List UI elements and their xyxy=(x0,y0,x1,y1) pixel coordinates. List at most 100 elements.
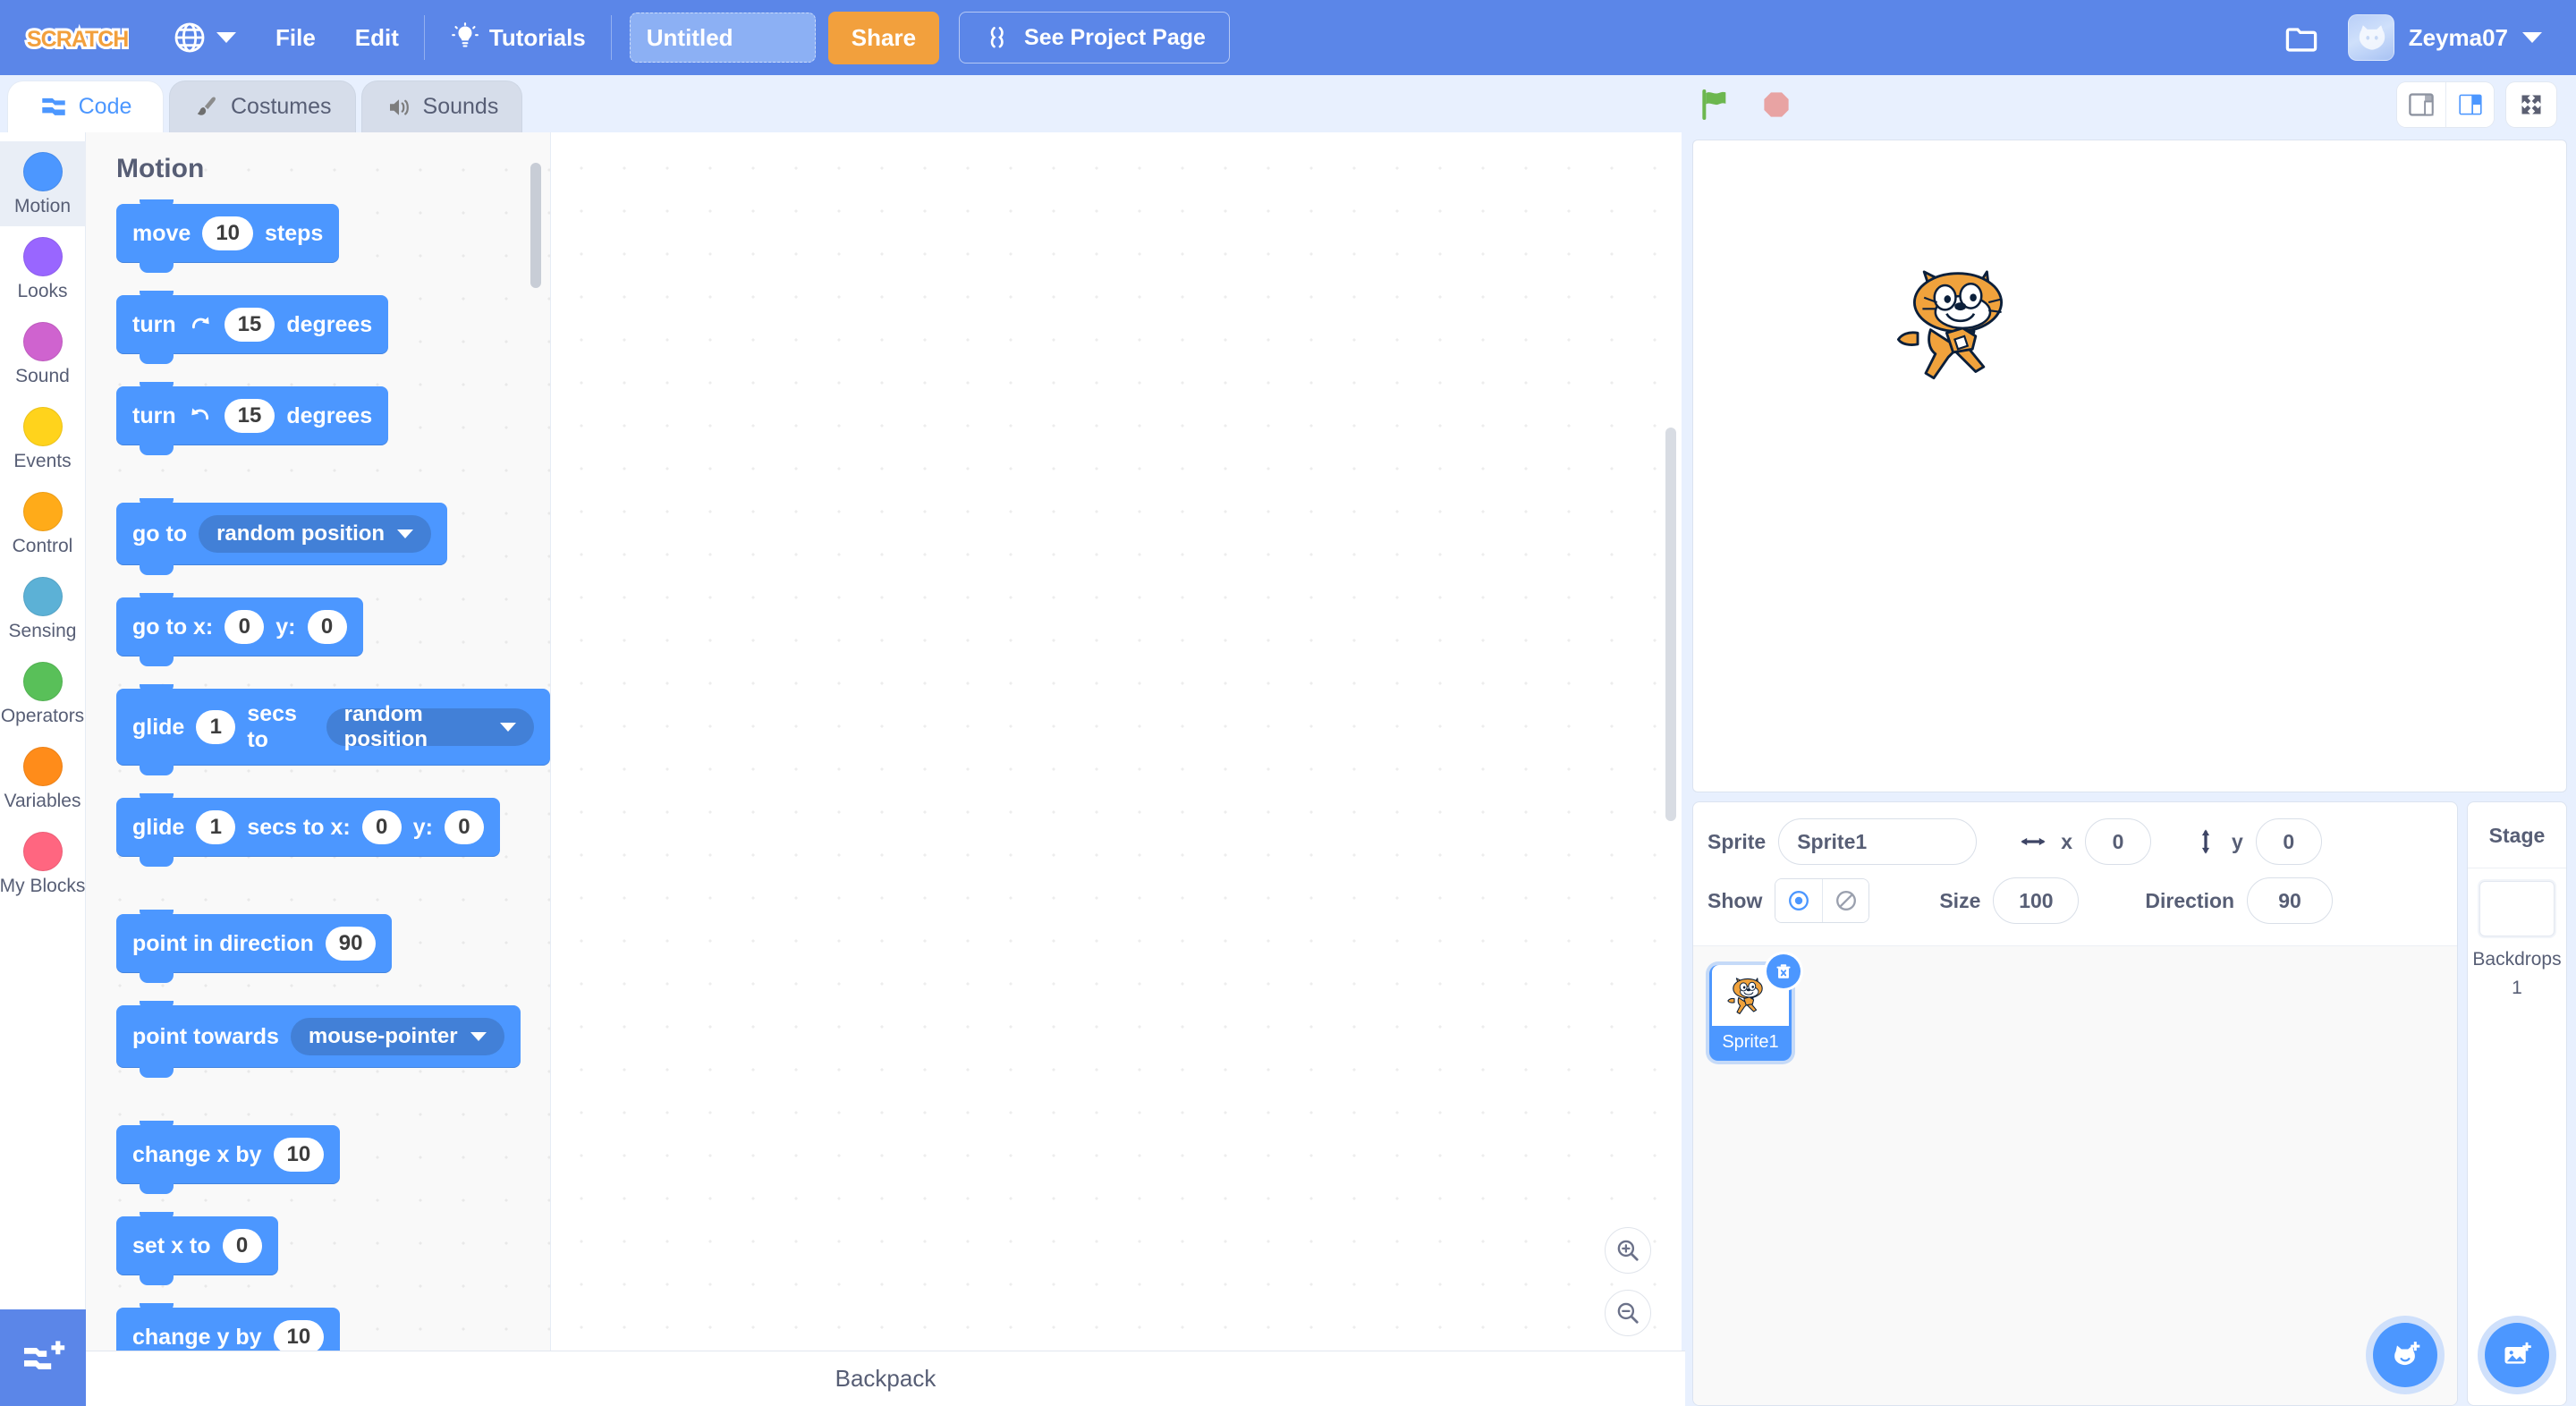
block-palette[interactable]: Motion move 10 steps turn 15 degrees tur… xyxy=(86,132,551,1406)
menu-tutorials[interactable]: Tutorials xyxy=(430,0,606,75)
large-stage-button[interactable] xyxy=(2445,82,2494,127)
choose-a-backdrop-button[interactable] xyxy=(2485,1323,2549,1387)
block-go-to-xy[interactable]: go to x: 0 y: 0 xyxy=(116,593,363,666)
block-text: turn xyxy=(132,311,176,337)
category-color-dot xyxy=(22,237,63,276)
block-glide-to[interactable]: glide 1 secs to random position xyxy=(116,684,550,775)
sprite-info-row-2: Show Size 100 Direction 90 xyxy=(1707,877,2443,924)
category-looks[interactable]: Looks xyxy=(0,226,86,311)
chevron-down-icon xyxy=(397,529,414,538)
block-input-y[interactable]: 0 xyxy=(444,810,484,844)
block-text: degrees xyxy=(286,402,373,428)
block-glide-to-xy[interactable]: glide 1 secs to x: 0 y: 0 xyxy=(116,793,500,867)
block-dropdown-target[interactable]: mouse-pointer xyxy=(290,1018,504,1055)
globe-icon xyxy=(174,22,205,53)
block-text: glide xyxy=(132,814,185,840)
backpack-bar[interactable]: Backpack xyxy=(86,1351,1685,1406)
stage[interactable] xyxy=(1692,140,2567,792)
sprite-tile-sprite1[interactable]: Sprite1 xyxy=(1709,954,1801,1061)
paintbrush-icon xyxy=(197,96,216,115)
palette-scrollbar[interactable] xyxy=(530,163,541,288)
small-stage-icon xyxy=(2409,93,2434,116)
zoom-in-button[interactable] xyxy=(1605,1227,1651,1274)
dropdown-value: mouse-pointer xyxy=(308,1024,458,1048)
account-menu[interactable]: Zeyma07 xyxy=(2347,14,2542,61)
block-set-x-to[interactable]: set x to 0 xyxy=(116,1212,278,1285)
folder-icon[interactable] xyxy=(2282,18,2321,57)
stop-button[interactable] xyxy=(1756,84,1797,125)
sprite-name-input[interactable]: Sprite1 xyxy=(1778,818,1978,865)
category-variables[interactable]: Variables xyxy=(0,736,86,821)
category-color-dot xyxy=(22,662,63,701)
sprite-direction-input[interactable]: 90 xyxy=(2247,877,2334,924)
block-move-steps[interactable]: move 10 steps xyxy=(116,199,340,273)
scratch-cat-sprite[interactable] xyxy=(1885,258,2046,388)
tab-sounds[interactable]: Sounds xyxy=(360,80,523,132)
sprite-direction-label: Direction xyxy=(2145,888,2235,912)
see-project-page-button[interactable]: See Project Page xyxy=(959,12,1230,64)
small-stage-button[interactable] xyxy=(2397,82,2445,127)
tab-costumes[interactable]: Costumes xyxy=(169,80,356,132)
dropdown-value: random position xyxy=(343,702,428,751)
code-workspace[interactable] xyxy=(551,132,1682,1406)
block-dropdown-target[interactable]: random position xyxy=(326,702,534,751)
language-button[interactable] xyxy=(152,0,256,75)
sprite-y-input[interactable]: 0 xyxy=(2255,818,2322,865)
block-dropdown-target[interactable]: random position xyxy=(199,515,432,553)
fullscreen-button[interactable] xyxy=(2506,82,2556,127)
category-motion[interactable]: Motion xyxy=(0,141,86,226)
sprite-show-hidden-button[interactable] xyxy=(1822,879,1869,922)
category-my-blocks[interactable]: My Blocks xyxy=(0,821,86,906)
fullscreen-icon xyxy=(2521,95,2541,114)
sprite-size-input[interactable]: 100 xyxy=(1993,877,2080,924)
block-turn-right[interactable]: turn 15 degrees xyxy=(116,291,389,364)
menu-edit[interactable]: Edit xyxy=(335,0,419,75)
category-sensing[interactable]: Sensing xyxy=(0,566,86,651)
zoom-in-icon xyxy=(1617,1240,1639,1261)
category-sound[interactable]: Sound xyxy=(0,311,86,396)
block-change-x-by[interactable]: change x by 10 xyxy=(116,1121,341,1194)
block-input-secs[interactable]: 1 xyxy=(196,710,236,744)
add-extension-button[interactable] xyxy=(0,1309,86,1406)
block-input-y[interactable]: 0 xyxy=(307,610,347,644)
turn-ccw-icon xyxy=(191,408,208,420)
block-point-towards[interactable]: point towards mouse-pointer xyxy=(116,1001,521,1078)
category-column: Motion Looks Sound Events Control Sensin… xyxy=(0,132,86,1406)
block-input-x[interactable]: 0 xyxy=(222,1229,262,1263)
block-input-direction[interactable]: 90 xyxy=(325,927,377,961)
chevron-down-icon xyxy=(2522,32,2542,43)
tab-code[interactable]: Code xyxy=(7,80,164,132)
menu-file[interactable]: File xyxy=(256,0,335,75)
block-input-x[interactable]: 0 xyxy=(225,610,265,644)
backdrop-thumbnail[interactable] xyxy=(2479,881,2555,936)
sprite-size-label: Size xyxy=(1939,888,1981,912)
category-control[interactable]: Control xyxy=(0,481,86,566)
workspace-scrollbar-vertical[interactable] xyxy=(1665,428,1676,821)
block-turn-left[interactable]: turn 15 degrees xyxy=(116,382,389,455)
block-input-secs[interactable]: 1 xyxy=(196,810,236,844)
zoom-out-button[interactable] xyxy=(1605,1290,1651,1336)
category-operators[interactable]: Operators xyxy=(0,651,86,736)
category-label: Sound xyxy=(15,366,70,386)
block-input-x[interactable]: 0 xyxy=(361,810,402,844)
sprite-name-label: Sprite xyxy=(1707,829,1767,853)
scratch-logo[interactable]: SCRATCH xyxy=(23,16,131,59)
share-button[interactable]: Share xyxy=(827,11,940,64)
stage-selector[interactable]: Stage Backdrops 1 xyxy=(2467,801,2567,1406)
block-input-dy[interactable]: 10 xyxy=(273,1320,325,1354)
menu-divider-1 xyxy=(423,15,425,60)
delete-sprite-button[interactable] xyxy=(1767,954,1801,988)
project-title-input[interactable]: Untitled xyxy=(629,13,816,63)
block-input-steps[interactable]: 10 xyxy=(202,216,254,250)
block-point-in-direction[interactable]: point in direction 90 xyxy=(116,910,393,983)
sprite-show-visible-button[interactable] xyxy=(1775,879,1823,922)
block-input-degrees[interactable]: 15 xyxy=(224,399,275,433)
category-events[interactable]: Events xyxy=(0,396,86,481)
block-input-degrees[interactable]: 15 xyxy=(224,308,275,342)
sprite-x-input[interactable]: 0 xyxy=(2084,818,2151,865)
block-go-to[interactable]: go to random position xyxy=(116,498,448,575)
green-flag-button[interactable] xyxy=(1695,84,1736,125)
category-color-dot xyxy=(22,407,63,446)
block-input-dx[interactable]: 10 xyxy=(273,1138,325,1172)
choose-a-sprite-button[interactable] xyxy=(2373,1323,2437,1387)
